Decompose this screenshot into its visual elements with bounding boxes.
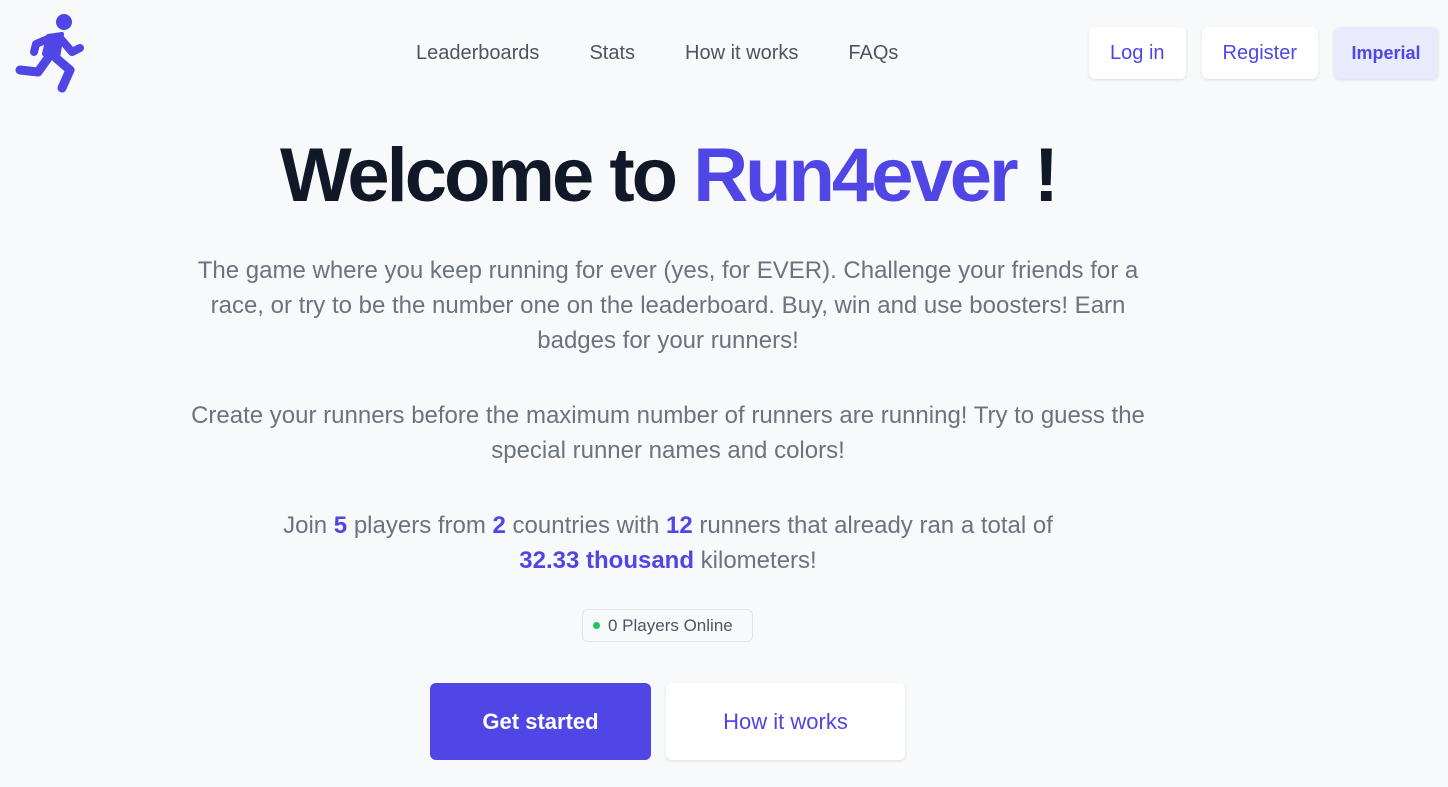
get-started-button[interactable]: Get started [430,683,651,760]
players-online-label: 0 Players Online [608,615,733,635]
online-status-dot-icon [593,622,600,629]
running-person-icon[interactable] [14,12,86,96]
brand-name: Run4ever [693,133,1018,218]
title-prefix: Welcome to [279,133,694,218]
page-title: Welcome to Run4ever ! [0,133,1336,219]
site-header: Leaderboards Stats How it works FAQs Log… [0,0,1448,110]
how-it-works-button[interactable]: How it works [666,683,905,760]
distance-total: 32.33 thousand [519,547,694,574]
nav-stats[interactable]: Stats [589,40,635,66]
players-online-badge: 0 Players Online [582,609,753,642]
nav-how-it-works[interactable]: How it works [685,40,798,66]
runners-paragraph: Create your runners before the maximum n… [191,402,1145,464]
players-count: 5 [333,512,348,539]
stats-players-text: players from [347,512,493,539]
title-suffix: ! [1015,133,1059,218]
register-button[interactable]: Register [1201,27,1318,79]
stats-join-text: Join [283,512,334,539]
stats-distance-text: kilometers! [694,547,817,574]
login-button[interactable]: Log in [1089,27,1186,79]
auth-actions: Log in Register Imperial [1089,27,1438,79]
stats-runners-text: runners that already ran a total of [692,512,1053,539]
stats-countries-text: countries with [505,512,666,539]
main-nav: Leaderboards Stats How it works FAQs [416,40,898,66]
nav-faqs[interactable]: FAQs [848,40,898,66]
countries-count: 2 [492,512,506,539]
runners-count: 12 [665,512,693,539]
nav-leaderboards[interactable]: Leaderboards [416,40,539,66]
stats-paragraph: Join 5 players from 2 countries with 12 … [180,508,1156,578]
units-toggle-button[interactable]: Imperial [1334,27,1438,79]
intro-paragraph: The game where you keep running for ever… [197,257,1139,354]
